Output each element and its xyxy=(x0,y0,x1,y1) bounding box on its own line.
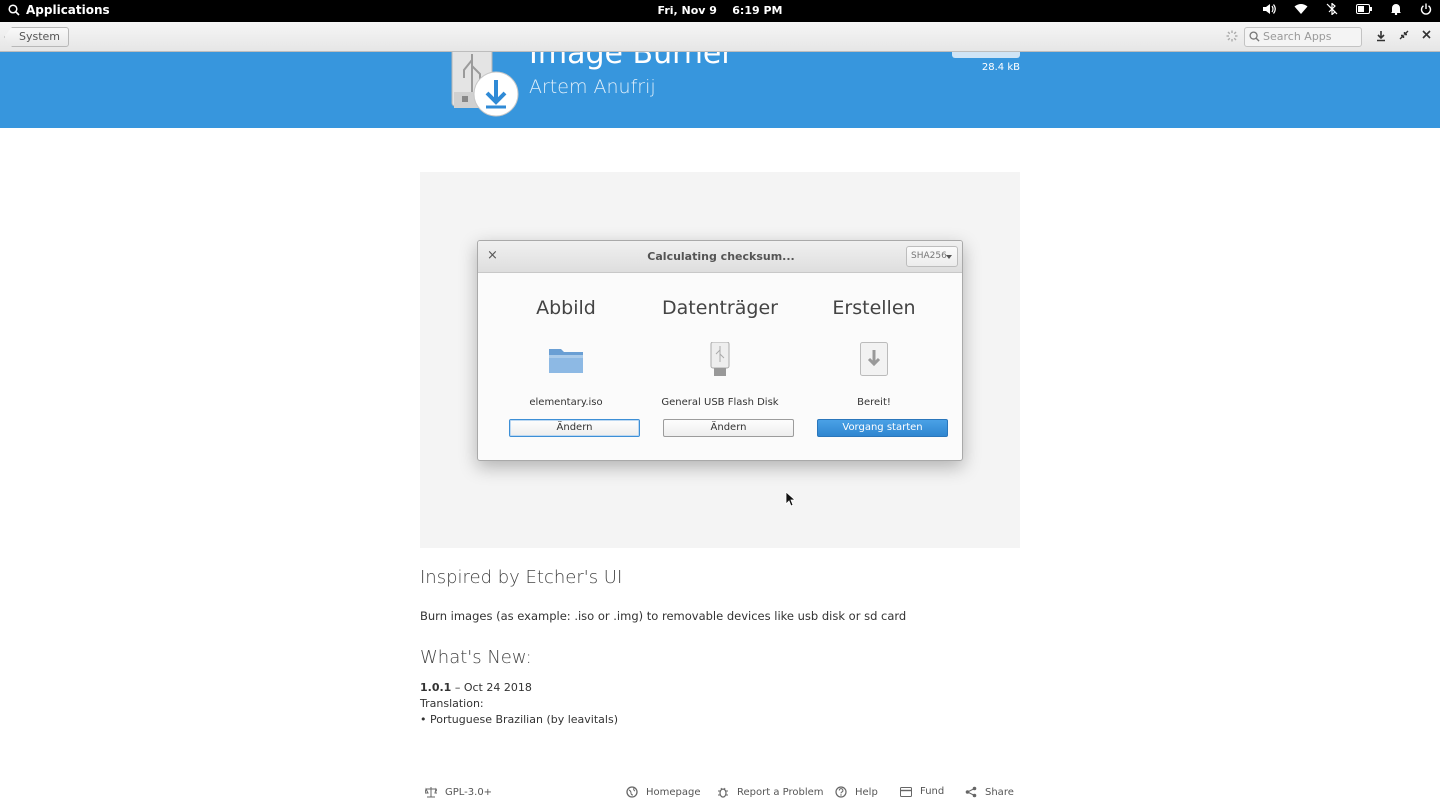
help-link[interactable]: Help xyxy=(835,786,878,798)
fund-label: Fund xyxy=(920,786,945,797)
release-date: – Oct 24 2018 xyxy=(451,681,532,694)
column-heading: Erstellen xyxy=(832,297,916,319)
license-scale-icon xyxy=(425,787,437,798)
hash-type-select: SHA256 xyxy=(906,246,958,267)
loading-spinner-icon xyxy=(1226,30,1238,42)
report-problem-link[interactable]: Report a Problem xyxy=(717,786,824,798)
search-placeholder: Search Apps xyxy=(1263,30,1332,43)
column-label: General USB Flash Disk xyxy=(661,397,779,408)
column-heading: Abbild xyxy=(536,297,596,319)
share-icon xyxy=(965,786,977,798)
help-icon xyxy=(835,786,847,798)
mouse-cursor-icon xyxy=(785,491,795,507)
top-panel: Applications Fri, Nov 9 6:19 PM xyxy=(0,0,1440,22)
volume-icon[interactable] xyxy=(1262,3,1276,15)
back-button[interactable]: System xyxy=(4,27,70,47)
description-text: Burn images (as example: .iso or .img) t… xyxy=(420,609,907,623)
release-item: • Portuguese Brazilian (by leavitals) xyxy=(420,713,618,726)
release-version: 1.0.1 xyxy=(420,681,452,694)
image-column: Abbild elementary.iso Ändern xyxy=(486,273,646,437)
app-size: 28.4 kB xyxy=(981,62,1020,73)
column-label: elementary.iso xyxy=(529,397,603,408)
homepage-link[interactable]: Homepage xyxy=(626,786,701,798)
download-icon xyxy=(860,342,888,376)
share-label: Share xyxy=(985,786,1014,798)
column-heading: Datenträger xyxy=(662,297,778,319)
search-icon xyxy=(1249,31,1260,42)
license-link[interactable]: GPL-3.0+ xyxy=(425,786,492,798)
applications-menu[interactable]: Applications xyxy=(8,3,110,17)
whats-new-heading: What's New: xyxy=(420,647,532,668)
bluetooth-off-icon[interactable] xyxy=(1326,3,1338,15)
usb-drive-icon xyxy=(710,342,730,376)
clock: Fri, Nov 9 6:19 PM xyxy=(0,4,1440,17)
column-label: Bereit! xyxy=(857,397,891,408)
wifi-icon[interactable] xyxy=(1294,3,1308,15)
power-icon[interactable] xyxy=(1420,3,1432,15)
share-link[interactable]: Share xyxy=(965,786,1014,798)
install-button[interactable] xyxy=(952,52,1020,58)
help-label: Help xyxy=(855,786,878,798)
license-label: GPL-3.0+ xyxy=(445,786,493,798)
app-banner: Image Burner Artem Anufrij 28.4 kB xyxy=(0,52,1440,128)
search-icon xyxy=(8,4,20,16)
image-burner-app-icon xyxy=(451,52,519,117)
header-bar: System Search Apps xyxy=(0,22,1440,52)
unmaximize-icon[interactable] xyxy=(1399,30,1409,40)
create-column: Erstellen Bereit! Vorgang starten xyxy=(794,273,954,437)
app-author: Artem Anufrij xyxy=(529,76,656,98)
dialog-titlebar: × Calculating checksum... SHA256 xyxy=(478,241,962,273)
change-image-button: Ändern xyxy=(509,419,640,437)
release-section: Translation: xyxy=(420,697,484,710)
search-input[interactable]: Search Apps xyxy=(1244,27,1362,47)
screenshot-dialog: × Calculating checksum... SHA256 Abbild … xyxy=(477,240,963,461)
homepage-label: Homepage xyxy=(646,786,701,798)
downloads-icon[interactable] xyxy=(1376,30,1386,42)
battery-icon[interactable] xyxy=(1356,4,1372,14)
applications-label: Applications xyxy=(26,3,110,17)
bug-icon xyxy=(718,787,728,798)
drive-column: Datenträger General USB Flash Disk Änder… xyxy=(640,273,800,437)
app-title: Image Burner xyxy=(529,52,734,71)
description-heading: Inspired by Etcher's UI xyxy=(420,567,623,588)
folder-icon xyxy=(549,349,583,373)
globe-icon xyxy=(626,786,638,798)
report-problem-label: Report a Problem xyxy=(737,786,824,798)
close-icon[interactable] xyxy=(1422,30,1431,39)
clock-time[interactable]: 6:19 PM xyxy=(732,4,782,17)
indicator-area xyxy=(1262,3,1432,15)
footer-links: GPL-3.0+ Homepage Report a Problem Help … xyxy=(420,786,1020,804)
start-burn-button: Vorgang starten xyxy=(817,419,948,437)
credit-card-icon xyxy=(900,786,912,797)
notifications-icon[interactable] xyxy=(1390,3,1402,15)
clock-date[interactable]: Fri, Nov 9 xyxy=(658,4,717,17)
release-notes: 1.0.1 – Oct 24 2018 Translation: • Portu… xyxy=(420,680,618,728)
dialog-title: Calculating checksum... xyxy=(647,250,795,263)
fund-link[interactable]: Fund xyxy=(900,786,944,797)
change-drive-button: Ändern xyxy=(663,419,794,437)
